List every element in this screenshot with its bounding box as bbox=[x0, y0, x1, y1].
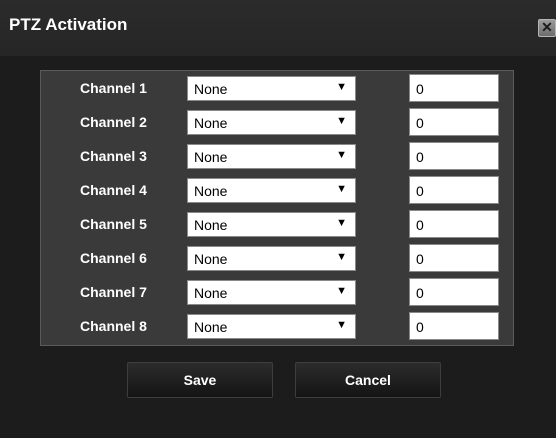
channel-2-value-input[interactable]: 0 bbox=[409, 108, 499, 136]
channel-5-value-input[interactable]: 0 bbox=[409, 210, 499, 238]
close-icon: ✕ bbox=[541, 19, 553, 35]
save-button[interactable]: Save bbox=[127, 362, 273, 398]
channel-6-value-input[interactable]: 0 bbox=[409, 244, 499, 272]
channel-1-value-input[interactable]: 0 bbox=[409, 74, 499, 102]
channel-3-value-input[interactable]: 0 bbox=[409, 142, 499, 170]
channel-label: Channel 1 bbox=[80, 80, 147, 96]
dropdown-arrow-icon: ▼ bbox=[336, 217, 347, 229]
channel-panel: Channel 1 None ▼ 0 Channel 2 None ▼ 0 Ch… bbox=[40, 70, 514, 346]
channel-row-2: Channel 2 None ▼ 0 bbox=[41, 108, 515, 136]
channel-3-preset-select[interactable]: None ▼ bbox=[187, 144, 356, 169]
channel-row-8: Channel 8 None ▼ 0 bbox=[41, 312, 515, 340]
channel-row-6: Channel 6 None ▼ 0 bbox=[41, 244, 515, 272]
close-button[interactable]: ✕ bbox=[538, 19, 556, 37]
ptz-activation-dialog: PTZ Activation ✕ Channel 1 None ▼ 0 Chan… bbox=[0, 0, 556, 438]
dialog-titlebar: PTZ Activation ✕ bbox=[0, 0, 556, 56]
dropdown-arrow-icon: ▼ bbox=[336, 251, 347, 263]
cancel-button[interactable]: Cancel bbox=[295, 362, 441, 398]
channel-5-preset-select[interactable]: None ▼ bbox=[187, 212, 356, 237]
channel-8-preset-select[interactable]: None ▼ bbox=[187, 314, 356, 339]
input-value: 0 bbox=[416, 81, 424, 97]
channel-row-4: Channel 4 None ▼ 0 bbox=[41, 176, 515, 204]
select-value: None bbox=[194, 183, 228, 199]
channel-2-preset-select[interactable]: None ▼ bbox=[187, 110, 356, 135]
select-value: None bbox=[194, 319, 228, 335]
dialog-title: PTZ Activation bbox=[9, 15, 128, 34]
channel-row-1: Channel 1 None ▼ 0 bbox=[41, 74, 515, 102]
channel-label: Channel 6 bbox=[80, 250, 147, 266]
dropdown-arrow-icon: ▼ bbox=[336, 183, 347, 195]
channel-7-preset-select[interactable]: None ▼ bbox=[187, 280, 356, 305]
select-value: None bbox=[194, 115, 228, 131]
channel-6-preset-select[interactable]: None ▼ bbox=[187, 246, 356, 271]
input-value: 0 bbox=[416, 183, 424, 199]
channel-row-5: Channel 5 None ▼ 0 bbox=[41, 210, 515, 238]
select-value: None bbox=[194, 251, 228, 267]
channel-label: Channel 3 bbox=[80, 148, 147, 164]
channel-label: Channel 2 bbox=[80, 114, 147, 130]
channel-label: Channel 8 bbox=[80, 318, 147, 334]
channel-row-3: Channel 3 None ▼ 0 bbox=[41, 142, 515, 170]
channel-4-value-input[interactable]: 0 bbox=[409, 176, 499, 204]
dropdown-arrow-icon: ▼ bbox=[336, 81, 347, 93]
dropdown-arrow-icon: ▼ bbox=[336, 285, 347, 297]
input-value: 0 bbox=[416, 217, 424, 233]
channel-row-7: Channel 7 None ▼ 0 bbox=[41, 278, 515, 306]
channel-7-value-input[interactable]: 0 bbox=[409, 278, 499, 306]
select-value: None bbox=[194, 285, 228, 301]
input-value: 0 bbox=[416, 149, 424, 165]
channel-4-preset-select[interactable]: None ▼ bbox=[187, 178, 356, 203]
select-value: None bbox=[194, 217, 228, 233]
input-value: 0 bbox=[416, 319, 424, 335]
input-value: 0 bbox=[416, 251, 424, 267]
dropdown-arrow-icon: ▼ bbox=[336, 319, 347, 331]
input-value: 0 bbox=[416, 285, 424, 301]
select-value: None bbox=[194, 81, 228, 97]
dropdown-arrow-icon: ▼ bbox=[336, 149, 347, 161]
channel-1-preset-select[interactable]: None ▼ bbox=[187, 76, 356, 101]
channel-label: Channel 7 bbox=[80, 284, 147, 300]
dropdown-arrow-icon: ▼ bbox=[336, 115, 347, 127]
channel-label: Channel 4 bbox=[80, 182, 147, 198]
input-value: 0 bbox=[416, 115, 424, 131]
channel-label: Channel 5 bbox=[80, 216, 147, 232]
channel-8-value-input[interactable]: 0 bbox=[409, 312, 499, 340]
select-value: None bbox=[194, 149, 228, 165]
